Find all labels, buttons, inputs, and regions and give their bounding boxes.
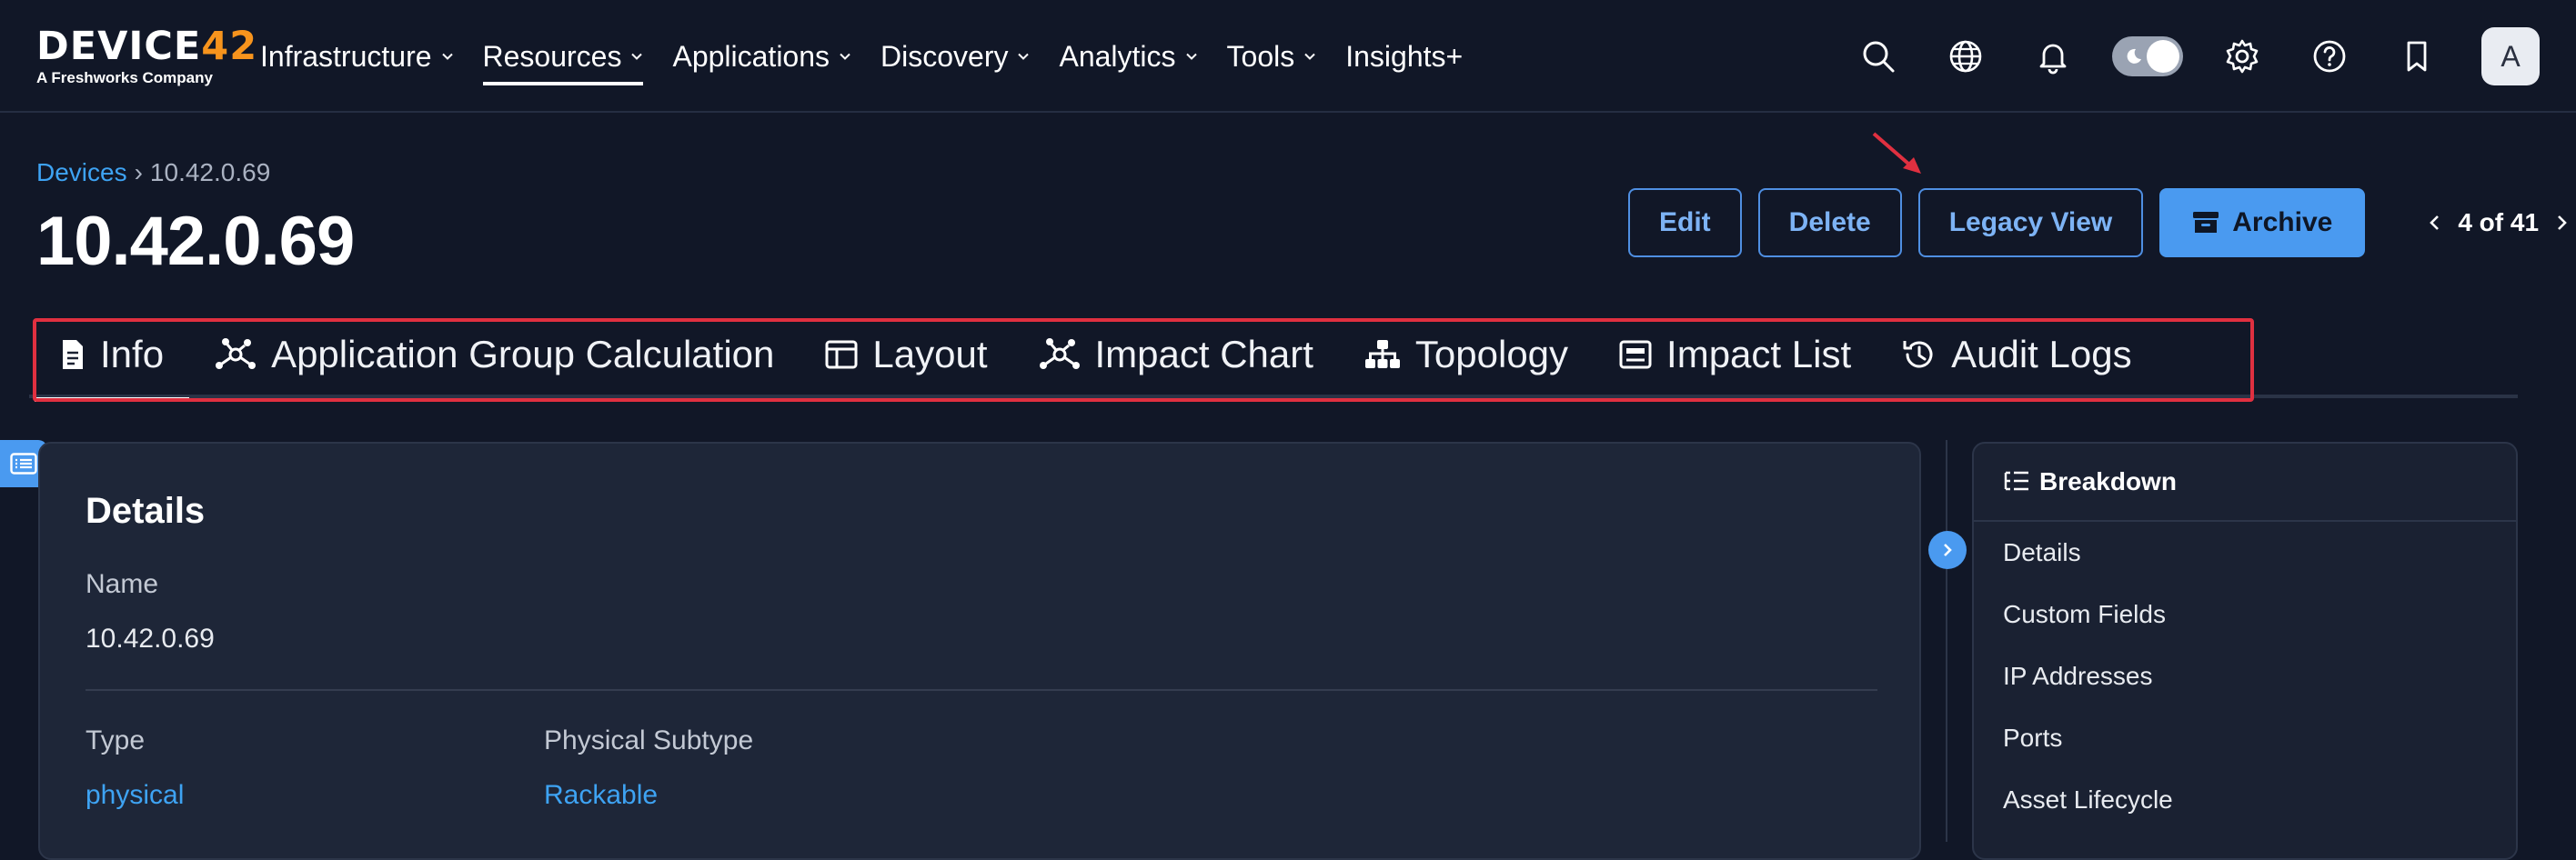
menu-label: Analytics — [1059, 39, 1176, 73]
chevron-down-icon — [840, 53, 850, 60]
menu-label: Tools — [1226, 39, 1295, 73]
name-label: Name — [86, 569, 159, 599]
search-icon — [1863, 41, 1895, 73]
chevron-down-icon — [1185, 53, 1197, 60]
name-value: 10.42.0.69 — [86, 624, 215, 654]
details-divider — [86, 689, 1877, 691]
help-icon — [2313, 40, 2346, 73]
main-menu: Infrastructure Resources Applications Di… — [246, 0, 1477, 113]
menu-discovery[interactable]: Discovery — [866, 0, 1044, 113]
archive-button[interactable]: Archive — [2159, 188, 2366, 257]
type-label: Type — [86, 725, 146, 755]
delete-button[interactable]: Delete — [1757, 188, 1902, 257]
breakdown-item-ports[interactable]: Ports — [1974, 707, 2516, 769]
menu-label: Resources — [482, 39, 622, 73]
breakdown-heading: Breakdown — [2039, 467, 2177, 495]
menu-label: Infrastructure — [260, 39, 432, 73]
globe-icon — [1949, 40, 1982, 73]
device-actions: Edit Delete Legacy View Archive 4 of 41 — [1628, 188, 2576, 257]
avatar-initial: A — [2501, 39, 2521, 73]
physical-subtype-label: Physical Subtype — [544, 725, 754, 755]
user-avatar[interactable]: A — [2481, 27, 2540, 85]
breakdown-list: Details Custom Fields IP Addresses Ports… — [1974, 522, 2516, 831]
logo-wordmark: DEVICE 42 — [36, 24, 257, 69]
annotation-arrow-icon — [1872, 132, 1921, 174]
edit-button[interactable]: Edit — [1628, 188, 1742, 257]
type-value-link[interactable]: physical — [86, 780, 184, 811]
chevron-down-icon — [441, 53, 453, 60]
settings-button[interactable] — [2214, 28, 2270, 85]
details-card: Details Name 10.42.0.69 Type physical Ph… — [38, 442, 1921, 860]
breakdown-item-ip-addresses[interactable]: IP Addresses — [1974, 645, 2516, 707]
tree-list-icon — [2004, 471, 2028, 491]
bell-icon — [2039, 44, 2067, 75]
pager-text: 4 of 41 — [2458, 208, 2540, 236]
logo-text: DEVICE — [36, 24, 202, 69]
chevron-down-icon — [631, 53, 643, 60]
archive-icon — [2193, 212, 2219, 233]
bookmark-icon — [2407, 41, 2427, 72]
toolbar: A — [1819, 0, 2540, 113]
details-heading: Details — [86, 491, 206, 531]
menu-analytics[interactable]: Analytics — [1044, 0, 1212, 113]
language-button[interactable] — [1937, 28, 1994, 85]
breakdown-header: Breakdown — [1974, 444, 2516, 522]
chevron-right-icon — [1944, 544, 1952, 556]
moon-icon — [2127, 48, 2141, 64]
archive-label: Archive — [2232, 207, 2333, 237]
list-card-icon — [10, 453, 37, 475]
breadcrumb-separator: › — [134, 158, 143, 186]
menu-tools[interactable]: Tools — [1213, 0, 1332, 113]
legacy-view-button[interactable]: Legacy View — [1917, 188, 2144, 257]
chevron-left-icon[interactable] — [2425, 213, 2445, 233]
gear-icon — [2226, 39, 2259, 74]
bookmark-button[interactable] — [2389, 28, 2445, 85]
chevron-down-icon — [1018, 53, 1030, 60]
menu-infrastructure[interactable]: Infrastructure — [246, 0, 468, 113]
logo-tagline: A Freshworks Company — [36, 69, 213, 86]
menu-label: Insights+ — [1345, 39, 1464, 73]
menu-insights[interactable]: Insights+ — [1331, 0, 1477, 113]
menu-label: Applications — [672, 39, 830, 73]
breadcrumb-devices-link[interactable]: Devices — [36, 158, 127, 187]
top-navigation: DEVICE 42 A Freshworks Company Infrastruc… — [0, 0, 2576, 113]
menu-resources[interactable]: Resources — [468, 0, 659, 113]
collapse-panel-button[interactable] — [1928, 531, 1967, 569]
menu-applications[interactable]: Applications — [658, 0, 866, 113]
tabs-highlight-box — [33, 318, 2254, 402]
breadcrumb-current: 10.42.0.69 — [149, 158, 271, 186]
panel-separator — [1946, 440, 1947, 842]
chevron-right-icon[interactable] — [2551, 213, 2571, 233]
breakdown-item-details[interactable]: Details — [1974, 522, 2516, 584]
device42-logo[interactable]: DEVICE 42 A Freshworks Company — [36, 24, 257, 91]
breakdown-item-asset-lifecycle[interactable]: Asset Lifecycle — [1974, 769, 2516, 831]
search-button[interactable] — [1850, 28, 1907, 85]
chevron-down-icon — [1304, 53, 1315, 60]
physical-subtype-value-link[interactable]: Rackable — [544, 780, 658, 811]
breakdown-item-custom-fields[interactable]: Custom Fields — [1974, 584, 2516, 645]
device-pager: 4 of 41 — [2412, 208, 2576, 237]
breakdown-panel: Breakdown Details Custom Fields IP Addre… — [1972, 442, 2518, 860]
page-title: 10.42.0.69 — [36, 203, 355, 280]
theme-toggle[interactable] — [2112, 36, 2183, 76]
toggle-knob — [2147, 40, 2179, 73]
breadcrumb: Devices › 10.42.0.69 — [36, 158, 270, 187]
notifications-button[interactable] — [2025, 28, 2081, 85]
help-button[interactable] — [2301, 28, 2358, 85]
menu-label: Discovery — [880, 39, 1009, 73]
